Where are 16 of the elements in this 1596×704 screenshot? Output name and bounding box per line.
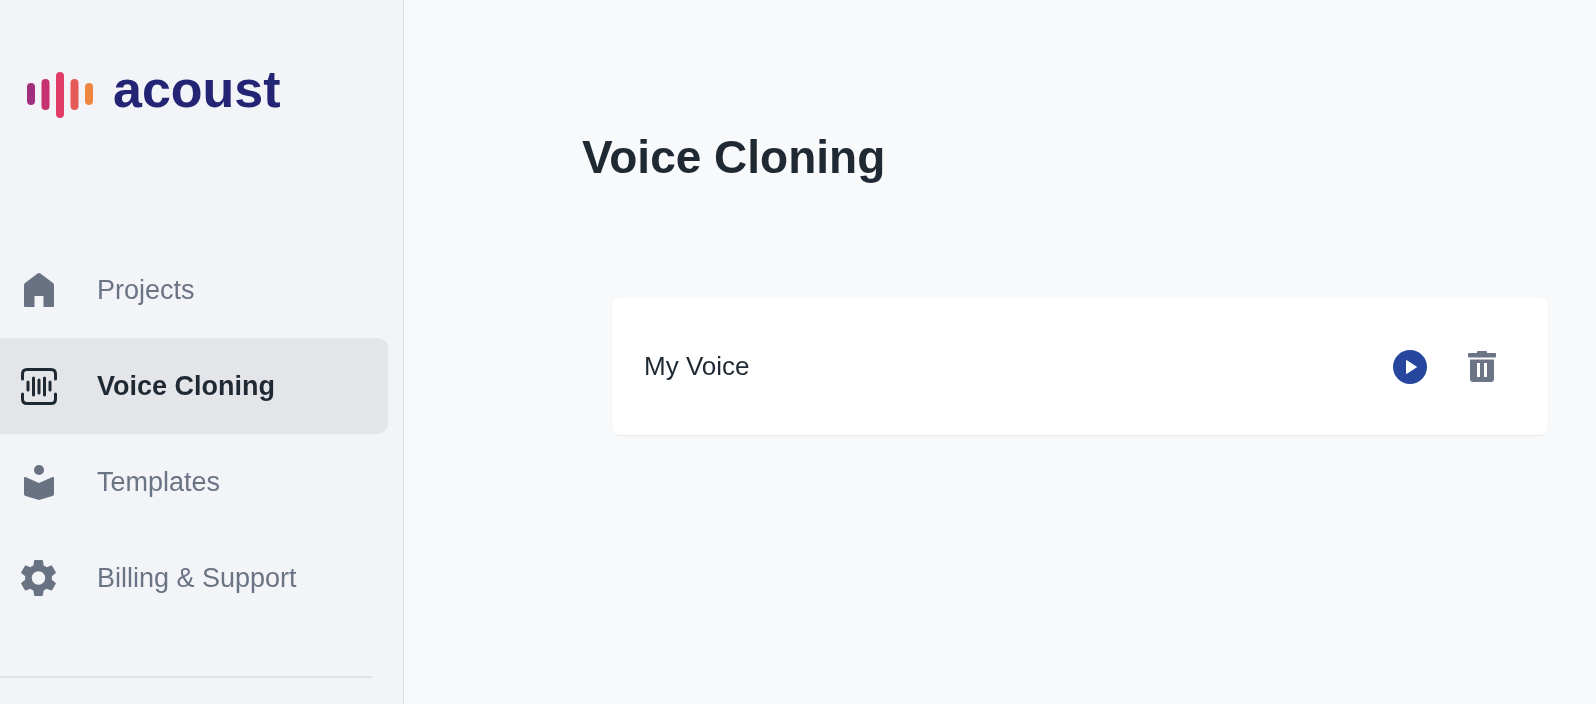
home-icon [23, 273, 54, 307]
play-button[interactable] [1393, 349, 1427, 384]
sidebar-item[interactable]: Voice Cloning [0, 338, 388, 434]
logo-icon [27, 72, 93, 118]
settings-icon [20, 559, 57, 597]
play-icon [1393, 349, 1427, 384]
logo-text: acoust [113, 63, 281, 115]
sidebar-item[interactable]: Templates [0, 434, 388, 530]
trash-icon [1468, 351, 1496, 382]
sidebar-item[interactable]: Projects [0, 242, 388, 338]
reader-icon [23, 464, 54, 500]
delete-button[interactable] [1468, 351, 1496, 382]
waveform-icon [20, 367, 57, 405]
sidebar-item[interactable]: Billing & Support [0, 530, 388, 626]
page-title: Voice Cloning [582, 130, 886, 185]
voice-name: My Voice [644, 351, 751, 382]
